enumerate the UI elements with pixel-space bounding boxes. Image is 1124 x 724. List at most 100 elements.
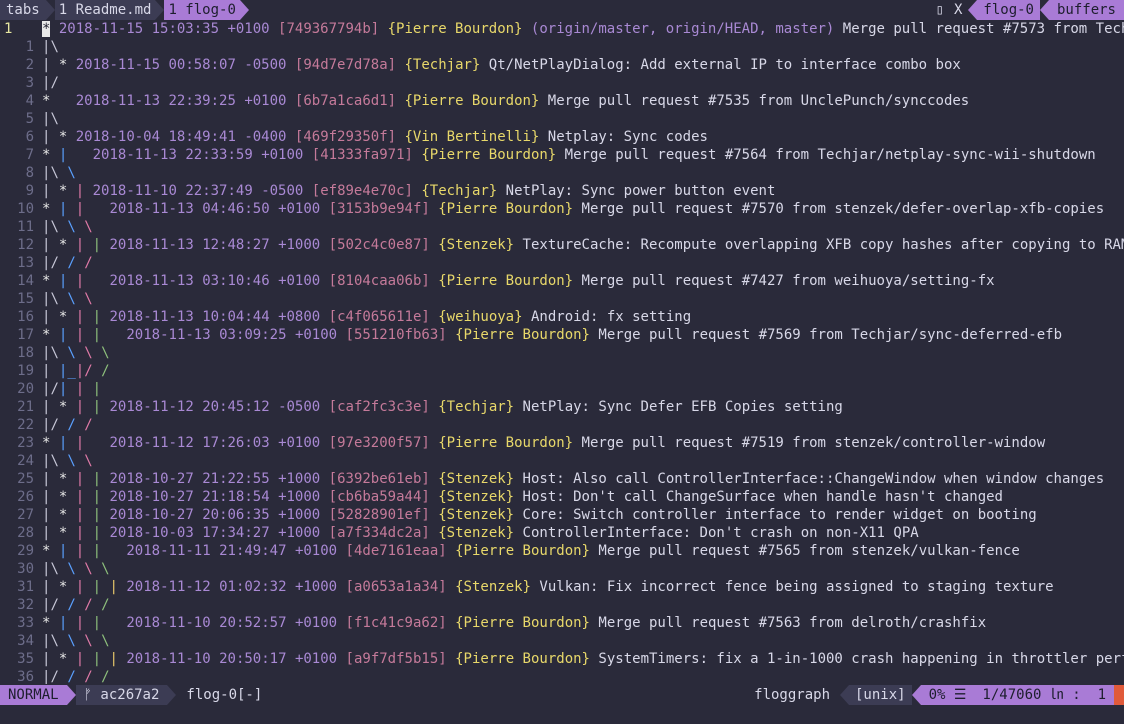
line-number: 25 xyxy=(17,471,34,487)
commit-author: {Vin Bertinelli} xyxy=(404,129,540,145)
commit-author: {Stenzek} xyxy=(438,489,515,505)
commit-hash: [a7f334dc2a] xyxy=(328,525,430,541)
log-line[interactable]: 22 |/ / / xyxy=(0,416,1124,434)
log-line[interactable]: 30 |\ \ \ \ xyxy=(0,560,1124,578)
flog-graph-editor[interactable]: 1 * 2018-11-15 15:03:35 +0100 [749367794b… xyxy=(0,20,1124,684)
current-buffer-name[interactable]: flog-0 xyxy=(977,0,1040,20)
commit-date: 2018-11-10 20:52:57 +0100 xyxy=(126,615,338,631)
scroll-percent: 0% ☰ xyxy=(920,685,975,705)
line-number: 34 xyxy=(17,633,34,649)
line-number: 2 xyxy=(25,57,34,73)
log-entry: |\ \ \ xyxy=(42,218,1124,236)
log-entry: | * | | | 2018-11-10 20:50:17 +0100 [a9f… xyxy=(42,650,1124,668)
commit-author: {Stenzek} xyxy=(455,579,531,595)
buffer-indicator-icon: ▯ xyxy=(935,2,944,18)
log-line[interactable]: 8 |\ \ xyxy=(0,164,1124,182)
graph-lines: | * | | xyxy=(42,507,102,523)
log-entry: |\ xyxy=(42,110,1124,128)
line-number: 17 xyxy=(17,327,34,343)
commit-date: 2018-11-12 20:45:12 -0500 xyxy=(109,399,321,415)
line-number: 31 xyxy=(17,579,34,595)
statusline: NORMAL ᚠ ac267a2 flog-0[-] floggraph [un… xyxy=(0,685,1124,705)
log-line[interactable]: 15 |\ \ \ xyxy=(0,290,1124,308)
commit-author: {Techjar} xyxy=(421,183,498,199)
log-line[interactable]: 28 | * | | 2018-10-03 17:34:27 +1000 [a7f… xyxy=(0,524,1124,542)
command-line[interactable] xyxy=(0,705,1124,724)
commit-date: 2018-11-13 03:09:25 +0100 xyxy=(126,327,338,343)
log-entry: |\ \ \ \ xyxy=(42,560,1124,578)
log-line[interactable]: 6 | * 2018-10-04 18:49:41 -0400 [469f2935… xyxy=(0,128,1124,146)
log-entry: |\ \ \ \ xyxy=(42,632,1124,650)
log-entry: | * | 2018-11-10 22:37:49 -0500 [ef89e4e… xyxy=(42,182,1124,200)
commit-hash: [3153b9e94f] xyxy=(328,201,430,217)
log-line[interactable]: 24 |\ \ \ xyxy=(0,452,1124,470)
mode-indicator: NORMAL xyxy=(0,685,67,705)
log-line[interactable]: 12 | * | | 2018-11-13 12:48:27 +1000 [502… xyxy=(0,236,1124,254)
log-line[interactable]: 1 |\ xyxy=(0,38,1124,56)
line-number: 14 xyxy=(17,273,34,289)
log-line[interactable]: 3 |/ xyxy=(0,74,1124,92)
commit-message: SystemTimers: fix a 1-in-1000 crash happ… xyxy=(598,651,1124,667)
log-line[interactable]: 18 |\ \ \ \ xyxy=(0,344,1124,362)
log-line[interactable]: 19 | |_|/ / xyxy=(0,362,1124,380)
line-number: 36 xyxy=(17,669,34,684)
log-line[interactable]: 36 |/ / / / xyxy=(0,668,1124,684)
log-line[interactable]: 20 |/| | | xyxy=(0,380,1124,398)
log-line[interactable]: 5 |\ xyxy=(0,110,1124,128)
log-line[interactable]: 9 | * | 2018-11-10 22:37:49 -0500 [ef89e4… xyxy=(0,182,1124,200)
log-line[interactable]: 35 | * | | | 2018-11-10 20:50:17 +0100 [a… xyxy=(0,650,1124,668)
commit-message: Merge pull request #7573 from Techja xyxy=(842,21,1124,37)
commit-message: Merge pull request #7564 from Techjar/ne… xyxy=(564,147,1096,163)
log-line[interactable]: 2 | * 2018-11-15 00:58:07 -0500 [94d7e7d7… xyxy=(0,56,1124,74)
log-line[interactable]: 34 |\ \ \ \ xyxy=(0,632,1124,650)
commit-message: Merge pull request #7535 from UnclePunch… xyxy=(547,93,970,109)
log-line[interactable]: 33 * | | | 2018-11-10 20:52:57 +0100 [f1c… xyxy=(0,614,1124,632)
line-number: 6 xyxy=(25,129,34,145)
commit-author: {weihuoya} xyxy=(438,309,523,325)
line-number: 27 xyxy=(17,507,34,523)
graph-lines: |\ \ xyxy=(42,165,76,181)
log-entry: * 2018-11-13 22:39:25 +0100 [6b7a1ca6d1]… xyxy=(42,92,1124,110)
tab-flog[interactable]: 1 flog-0 xyxy=(164,0,240,20)
log-line[interactable]: 17 * | | | 2018-11-13 03:09:25 +0100 [551… xyxy=(0,326,1124,344)
log-entry: * | | 2018-11-13 03:10:46 +0100 [8104caa… xyxy=(42,272,1124,290)
line-number: 5 xyxy=(25,111,34,127)
commit-message: Merge pull request #7519 from stenzek/co… xyxy=(581,435,1046,451)
log-entry: | * | | 2018-10-27 21:22:55 +1000 [6392b… xyxy=(42,470,1124,488)
commit-author: {Pierre Bourdon} xyxy=(455,327,590,343)
log-line[interactable]: 14 * | | 2018-11-13 03:10:46 +0100 [8104c… xyxy=(0,272,1124,290)
log-line[interactable]: 32 |/ / / / xyxy=(0,596,1124,614)
log-line[interactable]: 7 * | 2018-11-13 22:33:59 +0100 [41333fa9… xyxy=(0,146,1124,164)
commit-author: {Pierre Bourdon} xyxy=(438,273,574,289)
commit-date: 2018-11-12 17:26:03 +0100 xyxy=(109,435,321,451)
log-line[interactable]: 26 | * | | 2018-10-27 21:18:54 +1000 [cb6… xyxy=(0,488,1124,506)
graph-lines: |\ xyxy=(42,39,59,55)
log-line[interactable]: 27 | * | | 2018-10-27 20:06:35 +1000 [528… xyxy=(0,506,1124,524)
log-line[interactable]: 21 | * | | 2018-11-12 20:45:12 -0500 [caf… xyxy=(0,398,1124,416)
log-line[interactable]: 16 | * | | 2018-11-13 10:04:44 +0800 [c4f… xyxy=(0,308,1124,326)
commit-hash: [cb6ba59a44] xyxy=(328,489,430,505)
log-line[interactable]: 31 | * | | | 2018-11-12 01:02:32 +1000 [a… xyxy=(0,578,1124,596)
commit-author: {Stenzek} xyxy=(438,507,515,523)
log-line[interactable]: 13 |/ / / xyxy=(0,254,1124,272)
log-line[interactable]: 4 * 2018-11-13 22:39:25 +0100 [6b7a1ca6d1… xyxy=(0,92,1124,110)
log-line[interactable]: 11 |\ \ \ xyxy=(0,218,1124,236)
line-number: 19 xyxy=(17,363,34,379)
commit-message: ControllerInterface: Don't crash on non-… xyxy=(522,525,919,541)
line-number: 9 xyxy=(25,183,34,199)
graph-lines: | |_|/ / xyxy=(42,363,110,379)
log-line[interactable]: 1 * 2018-11-15 15:03:35 +0100 [749367794b… xyxy=(0,20,1124,38)
tab-readme[interactable]: 1 Readme.md xyxy=(54,0,156,20)
log-entry: * | | 2018-11-13 04:46:50 +0100 [3153b9e… xyxy=(42,200,1124,218)
log-line[interactable]: 25 | * | | 2018-10-27 21:22:55 +1000 [639… xyxy=(0,470,1124,488)
line-number: 15 xyxy=(17,291,34,307)
log-line[interactable]: 29 * | | | 2018-11-11 21:49:47 +0100 [4de… xyxy=(0,542,1124,560)
graph-lines: |\ \ \ xyxy=(42,291,93,307)
close-tab-button[interactable]: X xyxy=(948,2,968,18)
graph-lines: * | | xyxy=(42,435,85,451)
commit-author: {Pierre Bourdon} xyxy=(455,651,590,667)
log-line[interactable]: 10 * | | 2018-11-13 04:46:50 +0100 [3153b… xyxy=(0,200,1124,218)
log-line[interactable]: 23 * | | 2018-11-12 17:26:03 +0100 [97e32… xyxy=(0,434,1124,452)
log-entry: * 2018-11-15 15:03:35 +0100 [749367794b]… xyxy=(42,20,1124,38)
graph-lines: * | | | xyxy=(42,615,102,631)
